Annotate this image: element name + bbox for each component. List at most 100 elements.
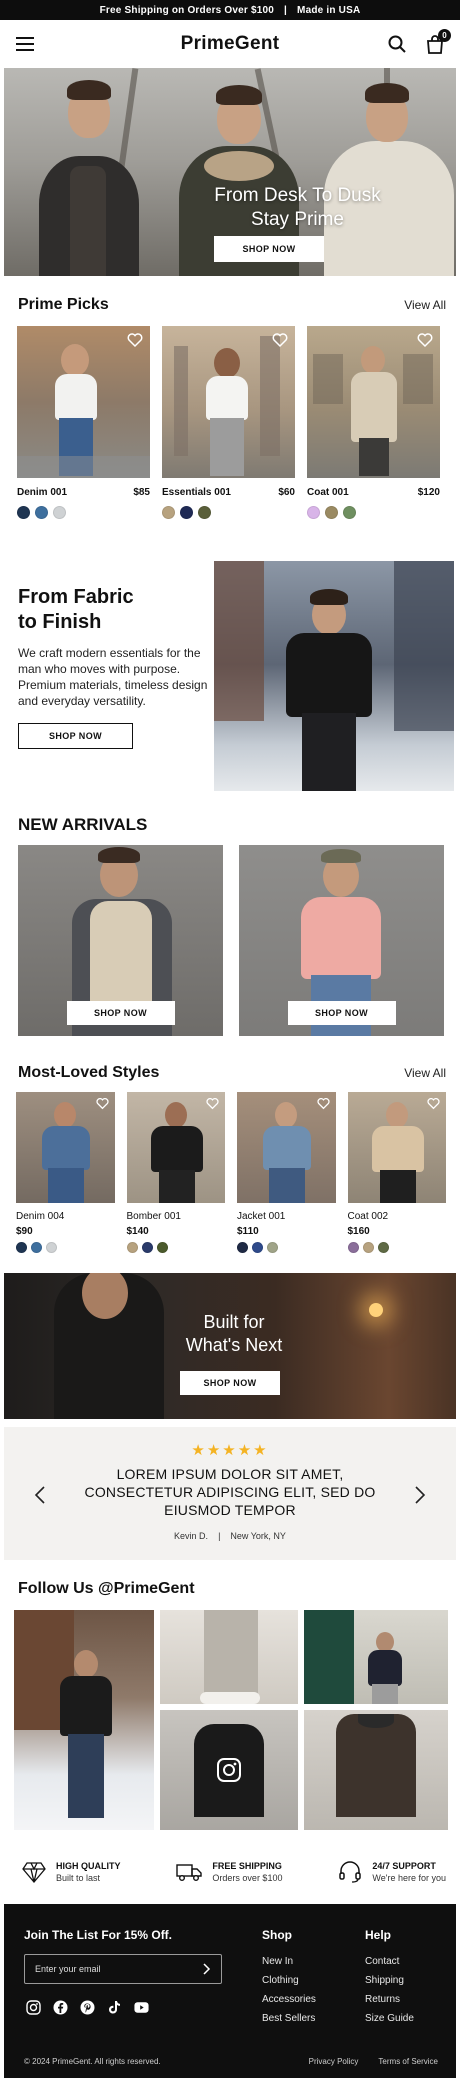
- color-swatch[interactable]: [35, 506, 48, 519]
- footer-link-best-sellers[interactable]: Best Sellers: [262, 2009, 316, 2028]
- feature-subtitle: Orders over $100: [212, 1873, 283, 1883]
- color-swatch[interactable]: [307, 506, 320, 519]
- search-icon: [388, 35, 406, 53]
- prime-picks-header: Prime Picks View All: [0, 296, 460, 314]
- color-swatch[interactable]: [377, 1242, 389, 1253]
- color-swatch[interactable]: [162, 506, 175, 519]
- color-swatch[interactable]: [347, 1242, 359, 1253]
- product-image[interactable]: [162, 326, 295, 478]
- feature-subtitle: Built to last: [56, 1873, 101, 1883]
- footer-link-contact[interactable]: Contact: [365, 1952, 414, 1971]
- footer-help-title: Help: [365, 1928, 392, 1942]
- color-swatch[interactable]: [46, 1242, 57, 1253]
- footer-link-new-in[interactable]: New In: [262, 1952, 316, 1971]
- footer-shop-title: Shop: [262, 1928, 292, 1942]
- menu-button[interactable]: [14, 33, 36, 55]
- color-swatch[interactable]: [141, 1242, 153, 1253]
- product-card[interactable]: Coat 001 $120: [307, 326, 440, 519]
- testimonial-location: New York, NY: [230, 1531, 286, 1541]
- color-swatch[interactable]: [16, 1242, 27, 1253]
- new-arrivals-header: NEW ARRIVALS: [0, 815, 460, 835]
- cart-button[interactable]: 0: [424, 29, 451, 55]
- color-swatch[interactable]: [343, 506, 356, 519]
- search-button[interactable]: [386, 33, 408, 55]
- arrival-shop-now-button[interactable]: SHOP NOW: [287, 1001, 396, 1025]
- social-tiktok-link[interactable]: [107, 2000, 122, 2015]
- heart-icon[interactable]: [127, 332, 143, 348]
- instagram-icon[interactable]: [216, 1757, 242, 1783]
- heart-icon[interactable]: [206, 1097, 219, 1110]
- social-instagram-link[interactable]: [26, 2000, 41, 2015]
- social-youtube-link[interactable]: [134, 2000, 149, 2015]
- color-swatch[interactable]: [53, 506, 66, 519]
- footer-link-returns[interactable]: Returns: [365, 1990, 414, 2009]
- prime-picks-title: Prime Picks: [18, 296, 109, 313]
- hero-shop-now-button[interactable]: SHOP NOW: [214, 236, 324, 262]
- heart-icon[interactable]: [316, 1097, 330, 1110]
- chevron-left-icon[interactable]: [34, 1485, 46, 1505]
- social-facebook-link[interactable]: [53, 2000, 68, 2015]
- product-card[interactable]: Essentials 001 $60: [162, 326, 295, 519]
- fabric-shop-now-button[interactable]: SHOP NOW: [18, 723, 133, 749]
- social-pinterest-link[interactable]: [80, 2000, 95, 2015]
- tiktok-icon: [109, 2001, 120, 2014]
- heart-icon[interactable]: [95, 1097, 109, 1110]
- hero-title-line2: Stay Prime: [251, 209, 344, 230]
- color-swatch[interactable]: [362, 1242, 374, 1253]
- features-row: HIGH QUALITY Built to last FREE SHIPPING…: [0, 1850, 460, 1894]
- heart-icon[interactable]: [272, 332, 288, 348]
- footer-link-shipping[interactable]: Shipping: [365, 1971, 414, 1990]
- headset-icon: [339, 1861, 362, 1883]
- arrival-shop-now-button[interactable]: SHOP NOW: [66, 1001, 175, 1025]
- instagram-post[interactable]: [304, 1710, 448, 1830]
- prime-picks-view-all-link[interactable]: View All: [404, 298, 446, 312]
- most-loved-view-all-link[interactable]: View All: [404, 1066, 446, 1080]
- chevron-right-icon[interactable]: [414, 1485, 426, 1505]
- arrival-card-left[interactable]: SHOP NOW: [18, 845, 223, 1036]
- color-swatch[interactable]: [267, 1242, 278, 1253]
- color-swatch[interactable]: [180, 506, 193, 519]
- privacy-policy-link[interactable]: Privacy Policy: [309, 2057, 359, 2066]
- product-image[interactable]: [16, 1092, 115, 1203]
- legal-links: Privacy Policy Terms of Service: [309, 2057, 438, 2066]
- footer-link-accessories[interactable]: Accessories: [262, 1990, 316, 2009]
- footer-link-size-guide[interactable]: Size Guide: [365, 2009, 414, 2028]
- color-swatch[interactable]: [126, 1242, 138, 1253]
- product-card[interactable]: Denim 004 $90: [16, 1092, 115, 1253]
- arrow-right-icon[interactable]: [201, 1963, 211, 1975]
- instagram-post[interactable]: [160, 1710, 298, 1830]
- site-logo[interactable]: PrimeGent: [181, 33, 280, 55]
- instagram-post[interactable]: [160, 1610, 298, 1704]
- product-image[interactable]: [307, 326, 440, 478]
- product-image[interactable]: [17, 326, 150, 478]
- instagram-post[interactable]: [14, 1610, 154, 1830]
- color-swatch[interactable]: [31, 1242, 42, 1253]
- newsletter-heading: Join The List For 15% Off.: [24, 1928, 173, 1942]
- heart-icon[interactable]: [417, 332, 433, 348]
- color-swatch[interactable]: [198, 506, 211, 519]
- arrival-card-right[interactable]: SHOP NOW: [239, 845, 444, 1036]
- shipping-notice: Free Shipping on Orders Over $100: [99, 4, 275, 16]
- color-swatch[interactable]: [237, 1242, 248, 1253]
- instagram-post[interactable]: [304, 1610, 448, 1704]
- product-image[interactable]: [126, 1092, 225, 1203]
- built-shop-now-button[interactable]: SHOP NOW: [180, 1371, 280, 1395]
- color-swatch[interactable]: [325, 506, 338, 519]
- product-card[interactable]: Jacket 001 $110: [237, 1092, 336, 1253]
- newsletter-email-input[interactable]: Enter your email: [24, 1954, 222, 1984]
- product-card[interactable]: Bomber 001 $140: [126, 1092, 225, 1253]
- feature-quality: HIGH QUALITY Built to last: [22, 1861, 121, 1883]
- color-swatch[interactable]: [156, 1242, 168, 1253]
- follow-title: Follow Us @PrimeGent: [18, 1580, 195, 1597]
- menu-icon: [16, 37, 34, 51]
- heart-icon[interactable]: [427, 1097, 440, 1110]
- color-swatch[interactable]: [252, 1242, 263, 1253]
- color-swatch[interactable]: [17, 506, 30, 519]
- prime-picks-grid: Denim 001 $85 Essentials 001 $60 Coat 00…: [0, 326, 460, 519]
- footer-link-clothing[interactable]: Clothing: [262, 1971, 316, 1990]
- terms-of-service-link[interactable]: Terms of Service: [378, 2057, 438, 2066]
- product-card[interactable]: Denim 001 $85: [17, 326, 150, 519]
- product-image[interactable]: [237, 1092, 336, 1203]
- product-card[interactable]: Coat 002 $160: [347, 1092, 446, 1253]
- product-image[interactable]: [347, 1092, 446, 1203]
